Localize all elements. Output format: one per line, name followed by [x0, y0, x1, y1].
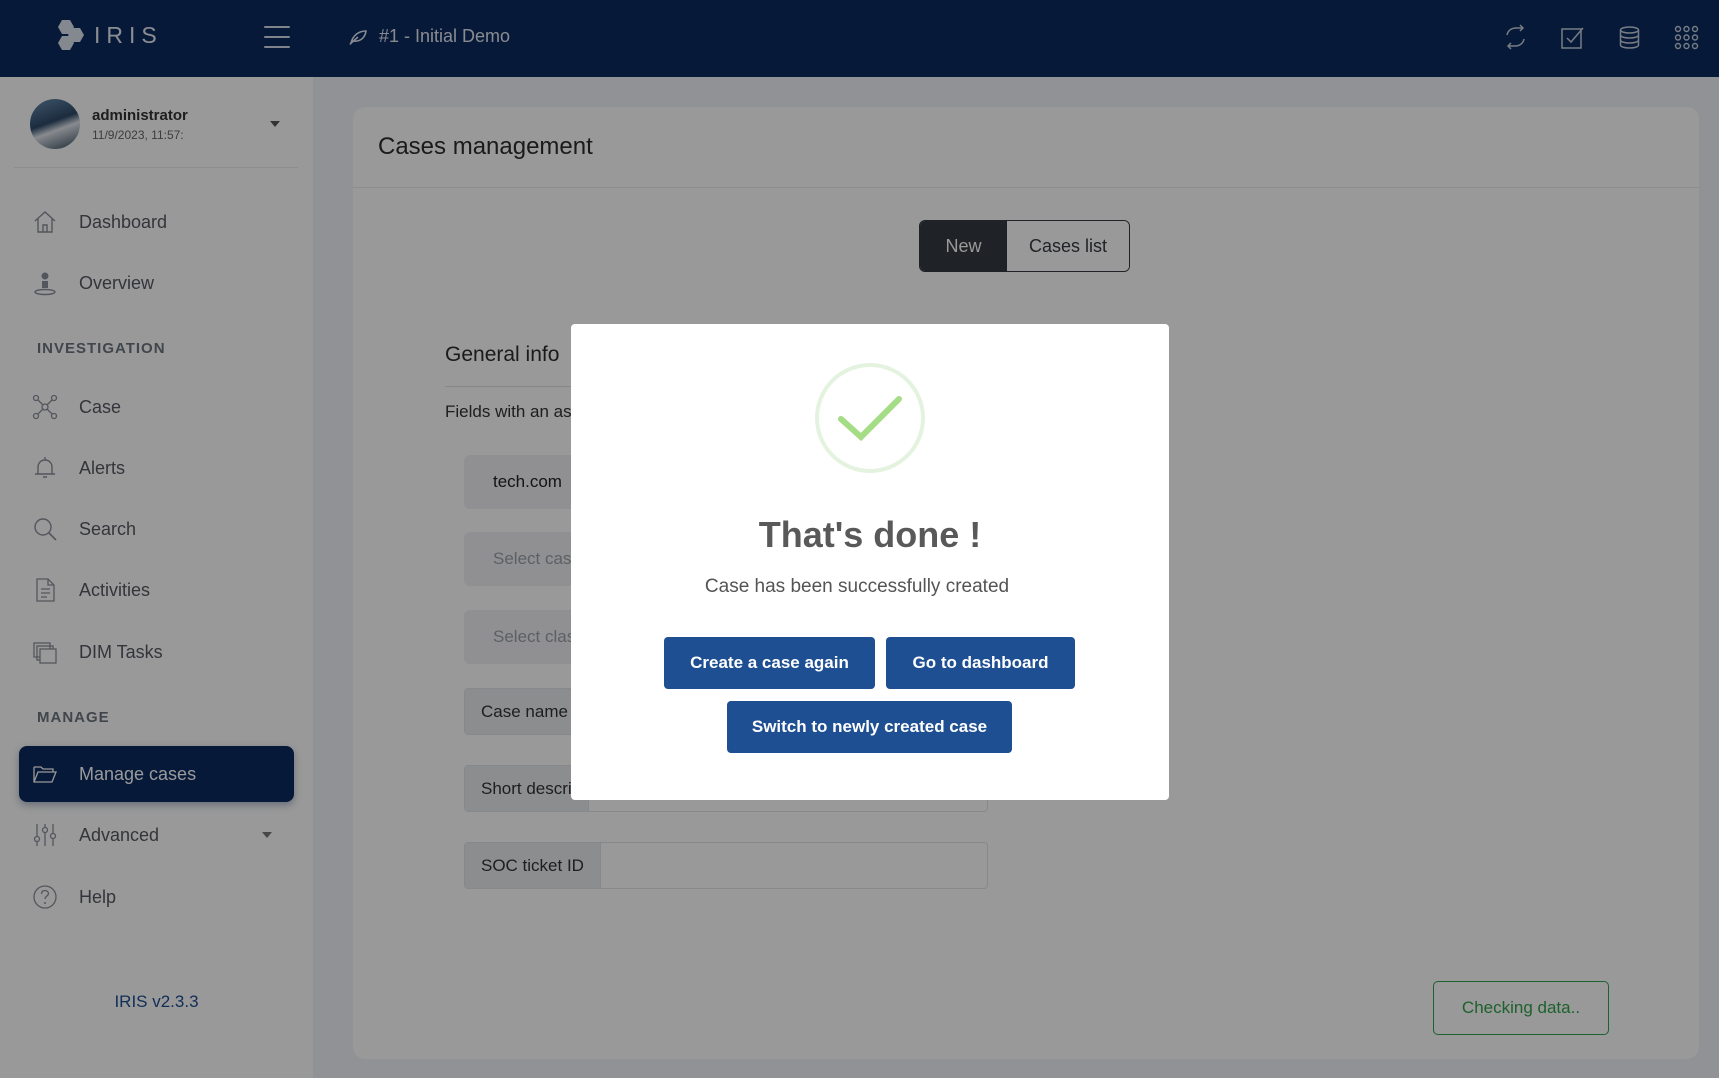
create-case-again-button[interactable]: Create a case again	[664, 637, 875, 689]
go-to-dashboard-button[interactable]: Go to dashboard	[886, 637, 1075, 689]
switch-to-case-button[interactable]: Switch to newly created case	[727, 701, 1012, 753]
success-modal: That's done ! Case has been successfully…	[571, 324, 1169, 800]
modal-title: That's done !	[758, 514, 982, 555]
modal-message: Case has been successfully created	[704, 576, 1010, 597]
checkmark-icon	[838, 396, 902, 442]
success-check-icon	[815, 363, 925, 473]
